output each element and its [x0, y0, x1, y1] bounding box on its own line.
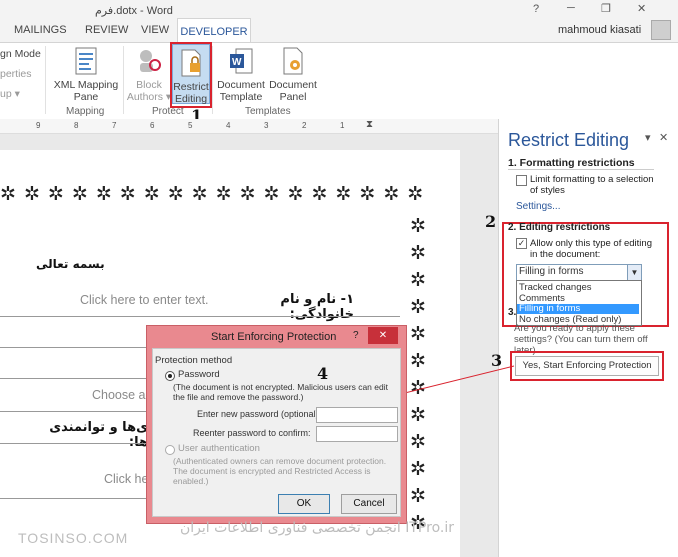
editing-type-list[interactable]: Tracked changes Comments Filling in form… [516, 280, 642, 326]
besmeh-heading: بسمه تعالی [36, 257, 105, 271]
allow-only-checkbox[interactable]: ✓ [516, 238, 527, 249]
section-start-enforcement: 3. [508, 307, 517, 318]
password-label: Password [178, 369, 220, 380]
chevron-down-icon[interactable]: ▼ [627, 265, 641, 280]
document-template-button[interactable]: W Document Template [214, 46, 268, 103]
divider-line [0, 411, 146, 412]
block-authors-button[interactable]: Block Authors ▾ [126, 46, 172, 103]
indent-marker-icon[interactable]: ⧗ [366, 119, 373, 130]
pane-title: Restrict Editing [508, 130, 630, 150]
click-placeholder[interactable]: Click he [104, 472, 148, 486]
ruler[interactable]: 9 8 7 6 5 4 3 2 1 ⧗ [0, 119, 498, 134]
user-auth-description: (Authenticated owners can remove documen… [173, 456, 387, 486]
field2-label: ی‌ها و توانمندی ها: [49, 420, 148, 450]
password-description: (The document is not encrypted. Maliciou… [173, 382, 388, 402]
dialog-help-button[interactable]: ? [353, 330, 359, 341]
confirm-password-field[interactable] [316, 426, 398, 442]
allow-only-label: Allow only this type of editing in the d… [530, 238, 652, 260]
annotation-2: 2 [485, 212, 497, 231]
dialog-body: Protection method Password (The document… [152, 348, 401, 517]
block-authors-icon [140, 50, 161, 72]
watermark-left: TOSINSO.COM [18, 530, 129, 546]
pane-close-icon[interactable]: ✕ [659, 131, 668, 144]
restore-button[interactable]: ❐ [601, 2, 611, 15]
minimize-button[interactable]: ─ [567, 2, 575, 14]
new-password-field[interactable] [316, 407, 398, 423]
tab-review[interactable]: REVIEW [85, 24, 128, 36]
option-filling-forms[interactable]: Filling in forms [517, 304, 639, 314]
xml-mapping-button[interactable]: XML Mapping Pane [52, 46, 120, 103]
xml-mapping-icon [75, 47, 97, 75]
annotation-4: 4 [317, 364, 329, 383]
title-bar: فرم.dotx - Word ? ─ ❐ ✕ MAILINGS REVIEW … [0, 0, 678, 43]
start-enforcing-dialog: Start Enforcing Protection ? ✕ Protectio… [146, 325, 407, 524]
field1-label: ۱- نام و نام خانوادگی: [280, 292, 354, 322]
section-editing: 2. Editing restrictions [508, 222, 611, 233]
new-password-label: Enter new password (optional): [197, 409, 322, 419]
watermark-right: انجمن تخصصی فناوری اطلاعات ایران ITPro.i… [180, 520, 454, 536]
document-panel-icon [283, 47, 303, 75]
divider-line [0, 316, 400, 317]
protection-method-label: Protection method [155, 355, 233, 366]
document-panel-button[interactable]: Document Panel [267, 46, 319, 103]
tab-developer[interactable]: DEVELOPER [177, 18, 251, 43]
dialog-title: Start Enforcing Protection [211, 331, 337, 343]
settings-link[interactable]: Settings... [516, 201, 560, 212]
avatar[interactable] [651, 20, 671, 40]
properties-button[interactable]: perties [0, 68, 32, 80]
limit-formatting-label: Limit formatting to a selection of style… [530, 174, 654, 196]
group-button[interactable]: up ▾ [0, 88, 20, 100]
editing-type-dropdown[interactable]: Filling in forms ▼ [516, 264, 642, 281]
cancel-button[interactable]: Cancel [341, 494, 397, 514]
choose-placeholder[interactable]: Choose a [92, 388, 146, 402]
close-button[interactable]: ✕ [637, 2, 646, 15]
ok-button[interactable]: OK [278, 494, 330, 514]
divider-line [0, 498, 146, 499]
highlight-restrict-editing [170, 42, 212, 108]
divider-line [0, 443, 146, 444]
section-formatting: 1. Formatting restrictions [508, 157, 635, 169]
tab-view[interactable]: VIEW [141, 24, 169, 36]
limit-formatting-checkbox[interactable] [516, 175, 527, 186]
word-document-icon: W [230, 48, 253, 74]
tab-mailings[interactable]: MAILINGS [14, 24, 67, 36]
dialog-close-button[interactable]: ✕ [368, 327, 398, 344]
user-auth-radio[interactable] [165, 445, 175, 455]
help-button[interactable]: ? [533, 3, 539, 15]
user-auth-label: User authentication [178, 443, 260, 454]
group-label-mapping: Mapping [66, 106, 105, 117]
confirm-password-label: Reenter password to confirm: [193, 428, 311, 438]
password-radio[interactable] [165, 371, 175, 381]
group-label-protect: Protect [152, 106, 184, 117]
group-label-templates: Templates [245, 106, 291, 117]
highlight-start-button [510, 351, 664, 381]
flower-border-top: ✲ ✲ ✲ ✲ ✲ ✲ ✲ ✲ ✲ ✲ ✲ ✲ ✲ ✲ ✲ ✲ ✲ ✲ [0, 183, 425, 205]
option-tracked-changes[interactable]: Tracked changes [519, 282, 592, 293]
pane-options-icon[interactable]: ▾ [645, 131, 651, 144]
svg-text:W: W [232, 57, 242, 68]
user-name[interactable]: mahmoud kiasati [558, 24, 641, 36]
design-mode-button[interactable]: gn Mode [0, 48, 41, 60]
window-title: فرم.dotx - Word [95, 5, 173, 17]
field1-placeholder[interactable]: Click here to enter text. [80, 293, 209, 307]
